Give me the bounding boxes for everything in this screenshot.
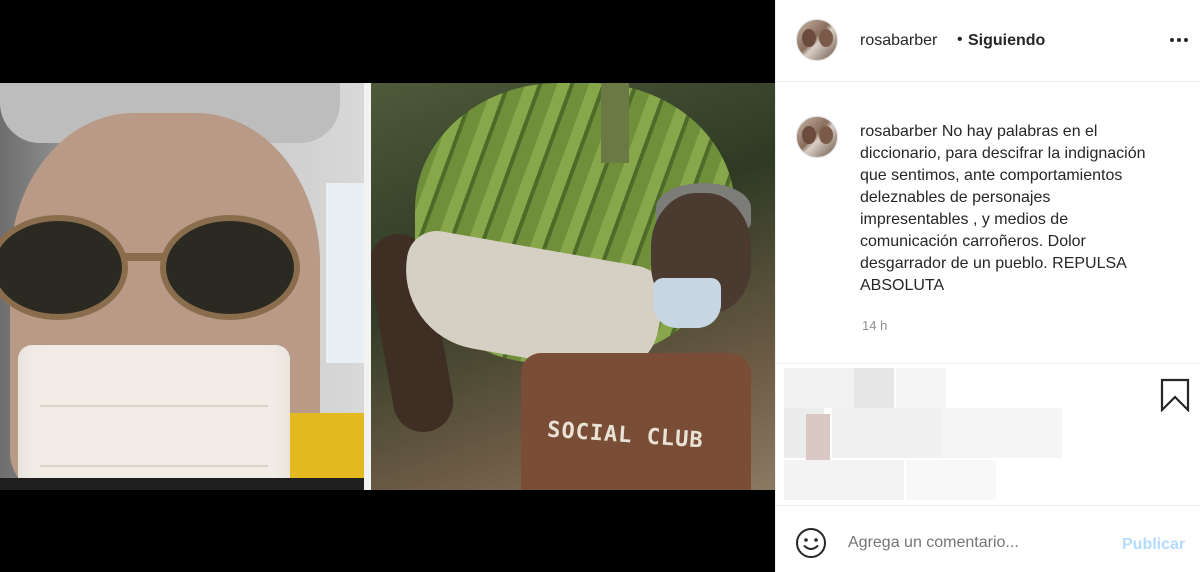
photo-divider: [364, 83, 371, 490]
worker-face-mask: [653, 278, 721, 328]
comment-bar: Publicar: [776, 505, 1200, 572]
post-actions: [776, 363, 1200, 503]
caption-text-block: rosabarber No hay palabras en el diccion…: [860, 121, 1160, 297]
post-caption: rosabarber No hay palabras en el diccion…: [776, 83, 1200, 363]
photo-strap: [0, 478, 364, 490]
post-media: SOCIAL CLUB: [0, 0, 775, 572]
face-mask: [18, 345, 290, 490]
pixelated-block: [942, 408, 1062, 458]
caption-body: No hay palabras en el diccionario, para …: [860, 123, 1146, 294]
pixelated-block: [832, 408, 942, 458]
pixelated-block: [854, 368, 894, 408]
avatar[interactable]: [796, 19, 838, 61]
photo-collage[interactable]: SOCIAL CLUB: [0, 83, 775, 490]
photo-background: [326, 183, 364, 363]
emoji-icon[interactable]: [795, 527, 827, 559]
pixelated-block: [806, 414, 830, 460]
following-button[interactable]: Siguiendo: [968, 32, 1045, 50]
bookmark-icon[interactable]: [1160, 378, 1190, 412]
photo-selfie-mask: [0, 83, 364, 490]
post-timestamp[interactable]: 14 h: [862, 318, 887, 333]
header-username[interactable]: rosabarber: [860, 32, 937, 50]
caption-username[interactable]: rosabarber: [860, 123, 937, 140]
photo-banana-worker: SOCIAL CLUB: [371, 83, 775, 490]
comment-input[interactable]: [848, 534, 1098, 552]
sunglasses-bridge: [125, 253, 165, 261]
banana-stem: [601, 83, 629, 163]
caption-avatar[interactable]: [796, 116, 838, 158]
mask-fold: [40, 465, 268, 467]
more-horizontal-icon: [1170, 38, 1188, 42]
separator-dot: •: [957, 31, 963, 48]
post-header: rosabarber • Siguiendo: [776, 0, 1200, 82]
mask-fold: [40, 405, 268, 407]
more-options-icon[interactable]: [1169, 30, 1189, 54]
publish-button[interactable]: Publicar: [1122, 536, 1185, 554]
pixelated-block: [784, 460, 904, 500]
pixelated-block: [896, 368, 946, 408]
pixelated-block: [906, 460, 996, 500]
sunglasses-right-lens: [160, 215, 300, 320]
pixelated-block: [784, 368, 854, 408]
post-sidebar: rosabarber • Siguiendo rosabarber No hay…: [775, 0, 1200, 572]
